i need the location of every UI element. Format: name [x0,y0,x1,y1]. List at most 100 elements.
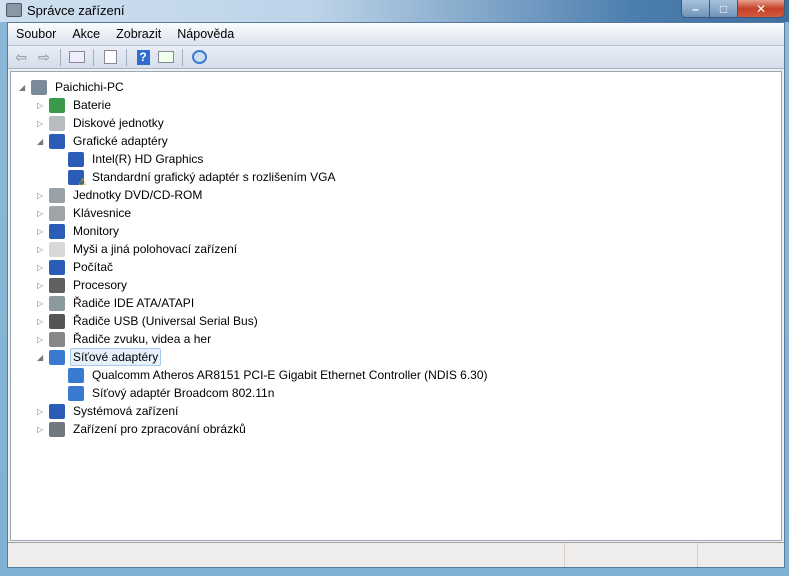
tree-item-label: Procesory [73,278,128,292]
device-manager-icon [6,3,22,17]
tree-item-label: Paichichi-PC [55,80,124,94]
toolbar-separator [126,48,127,66]
dvd-drive-icon [49,187,65,203]
ide-controller-icon [49,295,65,311]
status-bar [8,542,784,567]
window-title: Správce zařízení [27,3,125,18]
computer-icon [49,259,65,275]
expand-icon[interactable]: ▷ [37,101,45,110]
tree-item-label: Síťové adaptéry [70,348,162,366]
monitor-icon [49,223,65,239]
tree-item-label: Grafické adaptéry [73,134,168,148]
tree-item[interactable]: ▷ Zařízení pro zpracování obrázků [37,420,249,438]
tree-item[interactable]: Síťový adaptér Broadcom 802.11n [68,384,277,402]
tree-item-label: Myši a jiná polohovací zařízení [73,242,238,256]
tree-item[interactable]: ▷ Klávesnice [37,204,134,222]
tree-item[interactable]: ▷ Procesory [37,276,130,294]
tree-item-label: Monitory [73,224,120,238]
network-adapter-icon [49,349,65,365]
mouse-icon [49,241,65,257]
tree-item[interactable]: ▷ Řadiče IDE ATA/ATAPI [37,294,197,312]
tree-item[interactable]: ▷ Řadiče zvuku, videa a her [37,330,214,348]
tree-item[interactable]: Qualcomm Atheros AR8151 PCI-E Gigabit Et… [68,366,491,384]
tree-item[interactable]: ▷ Jednotky DVD/CD-ROM [37,186,205,204]
tree-item[interactable]: ▷ Řadiče USB (Universal Serial Bus) [37,312,261,330]
status-pane [698,543,784,567]
device-tree[interactable]: ◢ Paichichi-PC ▷ Baterie ▷ Diskové jednotky ◢ G… [10,71,782,541]
toolbar-separator [93,48,94,66]
tree-item-label: Klávesnice [73,206,132,220]
system-devices-icon [49,403,65,419]
close-button[interactable]: ✕ [738,0,784,17]
status-pane [8,543,565,567]
show-hide-console-tree-icon[interactable] [67,48,87,66]
expand-icon[interactable]: ▷ [37,299,45,308]
expand-icon[interactable]: ▷ [37,209,45,218]
tree-item[interactable]: Intel(R) HD Graphics [68,150,206,168]
tree-item[interactable]: ◢ Grafické adaptéry [37,132,171,150]
battery-icon [49,97,65,113]
menu-akce[interactable]: Akce [64,27,108,41]
keyboard-icon [49,205,65,221]
tree-item-label: Síťový adaptér Broadcom 802.11n [92,386,275,400]
expand-icon[interactable]: ▷ [37,335,45,344]
action-pane-icon[interactable] [156,48,176,66]
tree-item[interactable]: ▷ Baterie [37,96,114,114]
expand-icon[interactable]: ▷ [37,119,45,128]
expand-icon[interactable]: ▷ [37,245,45,254]
tree-item[interactable]: ▷ Diskové jednotky [37,114,167,132]
expand-icon[interactable]: ▷ [37,263,45,272]
toolbar-separator [182,48,183,66]
menu-bar: Soubor Akce Zobrazit Nápověda [8,23,784,46]
tree-item[interactable]: ▷ Myši a jiná polohovací zařízení [37,240,240,258]
expand-icon[interactable]: ▷ [37,425,45,434]
expand-icon[interactable]: ▷ [37,227,45,236]
scan-hardware-icon[interactable] [189,48,209,66]
forward-icon[interactable]: ⇨ [34,48,54,66]
toolbar-separator [60,48,61,66]
tree-item-label: Řadiče zvuku, videa a her [73,332,212,346]
tree-item-label: Jednotky DVD/CD-ROM [73,188,203,202]
tree-item[interactable]: ▷ Monitory [37,222,122,240]
window-client: Soubor Akce Zobrazit Nápověda ⇦ ⇨ ? ◢ Pai… [7,22,785,568]
back-icon[interactable]: ⇦ [11,48,31,66]
collapse-icon[interactable]: ◢ [37,137,45,146]
display-adapter-warning-icon: ⚠ [68,169,87,188]
menu-zobrazit[interactable]: Zobrazit [108,27,169,41]
network-adapter-icon [68,367,84,383]
tree-item-label: Intel(R) HD Graphics [92,152,204,166]
tree-item[interactable]: ◢ Paichichi-PC [19,78,127,96]
imaging-device-icon [49,421,65,437]
status-pane [565,543,698,567]
tree-item-label: Řadiče USB (Universal Serial Bus) [73,314,258,328]
collapse-icon[interactable]: ◢ [37,353,45,362]
usb-icon [49,313,65,329]
properties-icon[interactable] [100,48,120,66]
help-icon[interactable]: ? [133,48,153,66]
maximize-button[interactable]: □ [710,0,738,17]
tree-item[interactable]: ◢ Síťové adaptéry [37,348,162,366]
toolbar: ⇦ ⇨ ? [8,46,784,69]
expand-icon[interactable]: ▷ [37,281,45,290]
minimize-button[interactable]: – [682,0,710,17]
tree-item-label: Diskové jednotky [73,116,164,130]
tree-item[interactable]: ⚠ Standardní grafický adaptér s rozlišení… [68,168,338,188]
expand-icon[interactable]: ▷ [37,191,45,200]
tree-item-label: Standardní grafický adaptér s rozlišením… [92,170,336,184]
tree-item-label: Baterie [73,98,112,112]
disk-drive-icon [49,115,65,131]
tree-item-label: Zařízení pro zpracování obrázků [73,422,246,436]
menu-soubor[interactable]: Soubor [8,27,64,41]
tree-item-label: Řadiče IDE ATA/ATAPI [73,296,195,310]
display-adapter-icon [49,133,65,149]
collapse-icon[interactable]: ◢ [19,83,27,92]
expand-icon[interactable]: ▷ [37,317,45,326]
menu-napoveda[interactable]: Nápověda [169,27,242,41]
tree-item-label: Systémová zařízení [73,404,179,418]
computer-icon [31,79,47,95]
expand-icon[interactable]: ▷ [37,407,45,416]
title-bar: Správce zařízení – □ ✕ [0,0,789,22]
tree-item[interactable]: ▷ Počítač [37,258,116,276]
tree-item[interactable]: ▷ Systémová zařízení [37,402,181,420]
processor-icon [49,277,65,293]
